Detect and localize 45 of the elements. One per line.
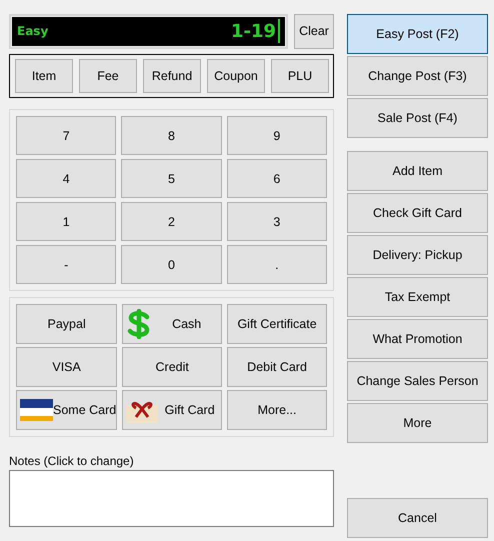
post-mode-button[interactable]: Easy Post (F2) — [347, 14, 488, 54]
payment-button[interactable]: VISA — [16, 347, 118, 388]
post-mode-button[interactable]: Change Post (F3) — [347, 56, 488, 96]
post-mode-button[interactable]: Sale Post (F4) — [347, 98, 488, 138]
payment-button[interactable]: Debit Card — [227, 347, 327, 388]
notes-label: Notes (Click to change) — [9, 454, 135, 468]
entry-display[interactable]: Easy 1-19 — [9, 14, 288, 49]
keypad-button[interactable]: - — [16, 245, 116, 284]
entry-type-button[interactable]: Coupon — [207, 58, 265, 94]
payment-button[interactable]: Credit — [122, 347, 222, 388]
action-button[interactable]: Change Sales Person — [347, 361, 488, 401]
payment-button[interactable]: Some Card — [16, 390, 118, 430]
notes-field[interactable] — [9, 470, 334, 527]
keypad-button[interactable]: 7 — [16, 116, 116, 156]
keypad-button[interactable]: 0 — [121, 245, 222, 284]
payment-button[interactable]: Paypal — [16, 304, 118, 344]
keypad-button[interactable]: 5 — [121, 159, 222, 198]
keypad-button[interactable]: 2 — [121, 202, 222, 242]
keypad-button[interactable]: 9 — [226, 116, 327, 156]
cancel-button[interactable]: Cancel — [347, 498, 488, 538]
action-button[interactable]: Tax Exempt — [347, 277, 488, 317]
entry-value: 1-19 — [230, 20, 276, 42]
entry-type-button[interactable]: Refund — [143, 58, 201, 94]
payment-button[interactable]: Cash — [122, 304, 222, 344]
payment-button[interactable]: Gift Card — [122, 390, 222, 430]
keypad-button[interactable]: 1 — [16, 202, 116, 242]
keypad-button[interactable]: 8 — [121, 116, 222, 156]
action-button[interactable]: Delivery: Pickup — [347, 235, 488, 275]
keypad-button[interactable]: 6 — [226, 159, 327, 198]
action-button[interactable]: More — [347, 403, 488, 443]
action-button[interactable]: What Promotion — [347, 319, 488, 359]
payment-button[interactable]: Gift Certificate — [227, 304, 327, 344]
entry-type-button[interactable]: PLU — [271, 58, 329, 94]
mode-label: Easy — [17, 24, 48, 38]
entry-type-button[interactable]: Item — [15, 58, 73, 94]
payment-button[interactable]: More... — [227, 390, 327, 430]
action-button[interactable]: Add Item — [347, 151, 488, 191]
keypad-button[interactable]: 3 — [226, 202, 327, 242]
keypad-button[interactable]: 4 — [16, 159, 116, 198]
entry-type-button[interactable]: Fee — [79, 58, 137, 94]
text-cursor — [278, 19, 280, 44]
credit-card-icon — [20, 399, 53, 422]
action-button[interactable]: Check Gift Card — [347, 193, 488, 233]
keypad-button[interactable]: . — [226, 245, 327, 284]
clear-button[interactable]: Clear — [294, 14, 334, 49]
